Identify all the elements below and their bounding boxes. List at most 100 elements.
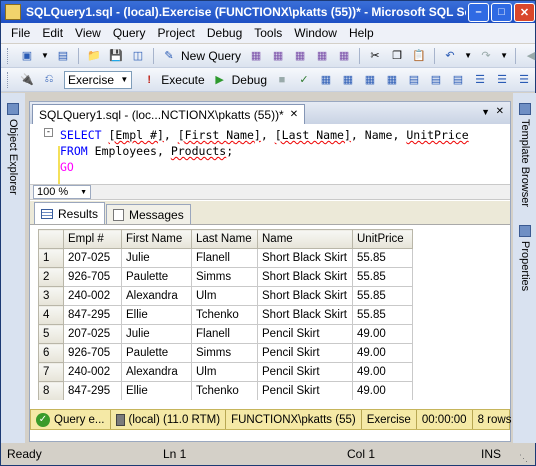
object-explorer-tab[interactable]: Object Explorer: [3, 103, 23, 195]
table-cell[interactable]: 49.00: [352, 381, 413, 400]
table-cell[interactable]: Julie: [121, 324, 192, 344]
menu-query[interactable]: Query: [107, 26, 152, 40]
table-cell[interactable]: Ellie: [121, 305, 192, 325]
table-cell[interactable]: 207-025: [63, 248, 122, 268]
table-cell[interactable]: 55.85: [352, 286, 413, 306]
table-cell[interactable]: 240-002: [63, 286, 122, 306]
dropdown-arrow-icon[interactable]: ▼: [41, 48, 49, 64]
table-cell[interactable]: Tchenko: [191, 305, 258, 325]
tab-messages[interactable]: Messages: [106, 204, 191, 224]
change-connection-icon[interactable]: ⎌: [41, 72, 57, 88]
row-number[interactable]: 3: [38, 286, 64, 306]
execute-button[interactable]: Execute: [161, 73, 204, 87]
results-grid[interactable]: Empl # First Name Last Name Name UnitPri…: [30, 225, 510, 400]
execute-icon[interactable]: !: [141, 72, 157, 88]
query-designer-icon[interactable]: ▦: [340, 72, 356, 88]
close-document-icon[interactable]: ✕: [496, 106, 504, 117]
table-cell[interactable]: Short Black Skirt: [257, 286, 353, 306]
column-header-first-name[interactable]: First Name: [121, 229, 192, 249]
mdx-query-icon[interactable]: ▦: [270, 48, 286, 64]
table-cell[interactable]: Pencil Skirt: [257, 362, 353, 382]
uncomment-icon[interactable]: ☰: [494, 72, 510, 88]
new-project-icon[interactable]: ▣: [19, 48, 35, 64]
table-cell[interactable]: Simms: [191, 343, 258, 363]
table-cell[interactable]: Simms: [191, 267, 258, 287]
column-header-name[interactable]: Name: [257, 229, 353, 249]
table-cell[interactable]: 49.00: [352, 362, 413, 382]
intellisense-icon[interactable]: ▦: [362, 72, 378, 88]
table-cell[interactable]: 55.85: [352, 267, 413, 287]
parse-icon[interactable]: ✓: [296, 72, 312, 88]
specify-values-icon[interactable]: ☰: [516, 72, 532, 88]
dmx-query-icon[interactable]: ▦: [292, 48, 308, 64]
tab-results[interactable]: Results: [34, 202, 106, 224]
table-cell[interactable]: Tchenko: [191, 381, 258, 400]
template-browser-tab[interactable]: Template Browser: [515, 103, 535, 207]
navigate-back-icon[interactable]: ◀: [523, 48, 536, 64]
collapse-region-icon[interactable]: -: [44, 128, 53, 137]
row-number[interactable]: 8: [38, 381, 64, 400]
table-cell[interactable]: 926-705: [63, 343, 122, 363]
comment-icon[interactable]: ☰: [472, 72, 488, 88]
table-cell[interactable]: 847-295: [63, 305, 122, 325]
table-cell[interactable]: Pencil Skirt: [257, 324, 353, 344]
results-to-file-icon[interactable]: ▤: [406, 72, 422, 88]
dropdown-arrow-icon[interactable]: ▼: [500, 48, 508, 64]
table-cell[interactable]: 55.85: [352, 248, 413, 268]
properties-tab[interactable]: Properties: [515, 225, 535, 291]
debug-icon[interactable]: ▶: [212, 72, 228, 88]
table-cell[interactable]: Flanell: [191, 324, 258, 344]
save-icon[interactable]: 💾: [108, 48, 124, 64]
minimize-button[interactable]: –: [468, 2, 489, 22]
row-number[interactable]: 5: [38, 324, 64, 344]
table-cell[interactable]: Ulm: [191, 286, 258, 306]
column-header-empl[interactable]: Empl #: [63, 229, 122, 249]
redo-icon[interactable]: ↷: [478, 48, 494, 64]
menu-file[interactable]: File: [5, 26, 36, 40]
undo-icon[interactable]: ↶: [442, 48, 458, 64]
zoom-select[interactable]: 100 % ▼: [33, 185, 91, 199]
table-cell[interactable]: Short Black Skirt: [257, 248, 353, 268]
open-file-icon[interactable]: 📁: [86, 48, 102, 64]
table-cell[interactable]: 49.00: [352, 343, 413, 363]
menu-view[interactable]: View: [69, 26, 107, 40]
dropdown-arrow-icon[interactable]: ▼: [464, 48, 472, 64]
table-cell[interactable]: 847-295: [63, 381, 122, 400]
row-number[interactable]: 1: [38, 248, 64, 268]
dropdown-tabs-icon[interactable]: ▼: [481, 107, 490, 117]
table-cell[interactable]: Alexandra: [121, 286, 192, 306]
table-cell[interactable]: Ellie: [121, 381, 192, 400]
table-cell[interactable]: 55.85: [352, 305, 413, 325]
table-cell[interactable]: Flanell: [191, 248, 258, 268]
db-engine-query-icon[interactable]: ▦: [248, 48, 264, 64]
save-all-icon[interactable]: ◫: [130, 48, 146, 64]
table-cell[interactable]: 49.00: [352, 324, 413, 344]
resize-grip-icon[interactable]: ⋱: [519, 453, 528, 464]
row-number[interactable]: 4: [38, 305, 64, 325]
row-number[interactable]: 6: [38, 343, 64, 363]
document-tab[interactable]: SQLQuery1.sql - (loc...NCTIONX\pkatts (5…: [32, 104, 306, 124]
menu-window[interactable]: Window: [288, 26, 343, 40]
row-number[interactable]: 7: [38, 362, 64, 382]
table-cell[interactable]: Alexandra: [121, 362, 192, 382]
new-query-button[interactable]: New Query: [181, 49, 241, 63]
table-cell[interactable]: 926-705: [63, 267, 122, 287]
menu-debug[interactable]: Debug: [201, 26, 248, 40]
copy-icon[interactable]: ❐: [389, 48, 405, 64]
add-item-icon[interactable]: ▤: [55, 48, 71, 64]
database-select[interactable]: Exercise ▼: [64, 70, 133, 89]
maximize-button[interactable]: □: [491, 2, 512, 22]
new-query-icon[interactable]: ✎: [161, 48, 177, 64]
toolbar-grip[interactable]: [7, 71, 10, 88]
menu-project[interactable]: Project: [152, 26, 201, 40]
close-button[interactable]: ✕: [514, 2, 535, 22]
table-cell[interactable]: 240-002: [63, 362, 122, 382]
client-statistics-icon[interactable]: ▤: [428, 72, 444, 88]
table-cell[interactable]: Paulette: [121, 343, 192, 363]
connect-icon[interactable]: 🔌: [19, 72, 35, 88]
xmla-query-icon[interactable]: ▦: [314, 48, 330, 64]
debug-button[interactable]: Debug: [232, 73, 267, 87]
row-header-corner[interactable]: [38, 229, 64, 249]
cut-icon[interactable]: ✂: [367, 48, 383, 64]
table-cell[interactable]: Ulm: [191, 362, 258, 382]
